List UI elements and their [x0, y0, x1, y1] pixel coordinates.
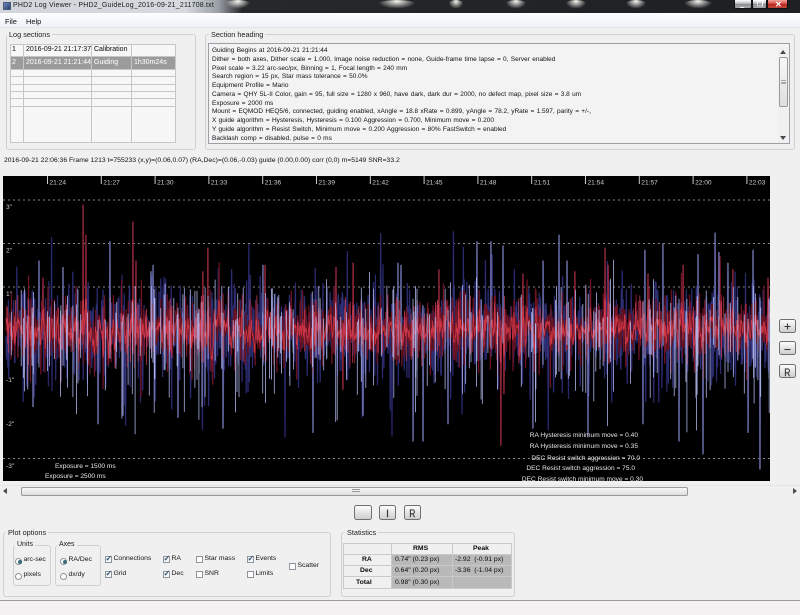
svg-text:DEC Resist switch aggression =: DEC Resist switch aggression = 70.0: [531, 455, 640, 462]
svg-text:21:39: 21:39: [319, 180, 336, 187]
svg-text:21:42: 21:42: [372, 180, 389, 187]
svg-text:21:48: 21:48: [480, 180, 497, 187]
svg-text:2": 2": [6, 248, 13, 255]
svg-text:-1": -1": [6, 377, 15, 384]
svg-text:3": 3": [6, 204, 13, 211]
svg-text:-3": -3": [6, 463, 15, 470]
svg-text:DEC Resist switch minimum move: DEC Resist switch minimum move = 0.30: [522, 476, 643, 481]
svg-text:21:36: 21:36: [265, 180, 282, 187]
svg-text:21:51: 21:51: [534, 180, 551, 187]
svg-text:21:57: 21:57: [641, 180, 658, 187]
svg-text:21:33: 21:33: [211, 180, 228, 187]
svg-text:RA Hysteresis minimum move = 0: RA Hysteresis minimum move = 0.35: [530, 443, 639, 450]
svg-text:DEC Resist switch aggression =: DEC Resist switch aggression = 75.0: [526, 465, 635, 472]
svg-text:-2": -2": [6, 421, 15, 428]
svg-text:21:24: 21:24: [50, 180, 67, 187]
svg-text:21:45: 21:45: [426, 180, 443, 187]
svg-text:21:27: 21:27: [103, 180, 120, 187]
svg-text:22:00: 22:00: [695, 180, 712, 187]
svg-text:22:03: 22:03: [749, 180, 766, 187]
svg-text:21:54: 21:54: [588, 180, 605, 187]
svg-text:21:30: 21:30: [157, 180, 174, 187]
svg-text:RA Hysteresis minimum move = 0: RA Hysteresis minimum move = 0.40: [530, 432, 639, 439]
svg-text:Exposure = 1500 ms: Exposure = 1500 ms: [55, 463, 116, 470]
svg-text:Exposure = 2500 ms: Exposure = 2500 ms: [45, 473, 106, 480]
